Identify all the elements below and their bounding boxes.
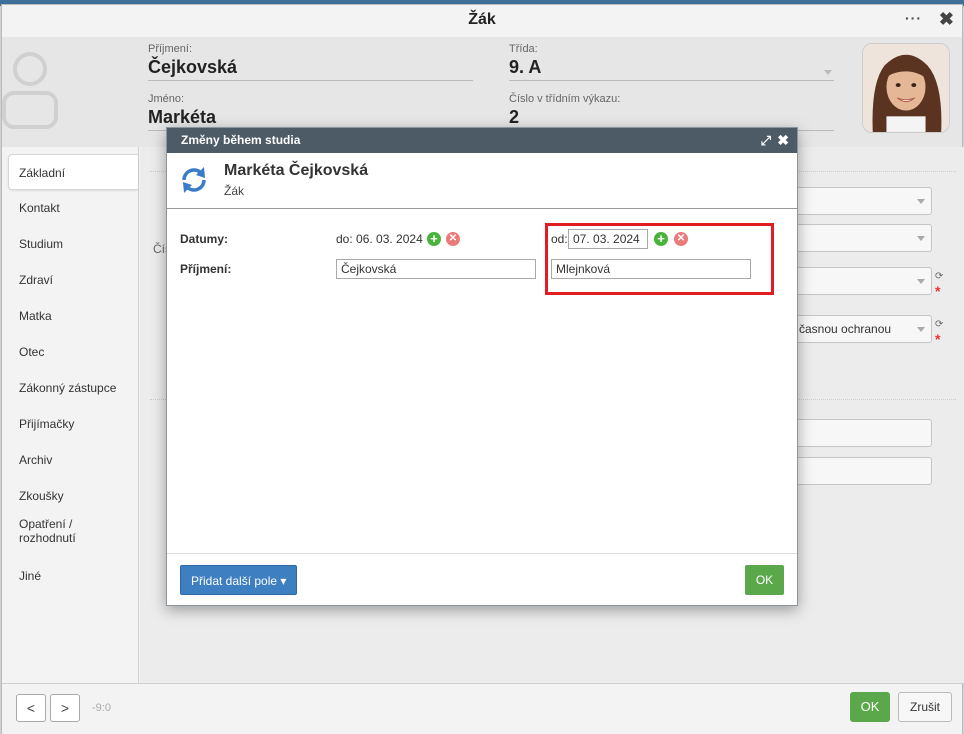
add-date-icon[interactable]: + <box>427 232 441 246</box>
dates-label: Datumy: <box>180 232 229 246</box>
chevron-down-icon <box>824 70 832 75</box>
dialog-ok-button[interactable]: OK <box>745 565 784 595</box>
sidebar-item-matka[interactable]: Matka <box>2 298 138 334</box>
required-icon: * <box>935 283 941 299</box>
student-photo <box>862 43 950 133</box>
close-icon[interactable]: ✖ <box>939 9 954 30</box>
select-field-1[interactable] <box>790 187 932 215</box>
class-field[interactable]: Třída: 9. A <box>509 43 834 81</box>
sidebar-item-zkousky[interactable]: Zkoušky <box>2 478 138 514</box>
changes-dialog: Změny během studia ⤢ ✖ Markéta Čejkovská… <box>166 127 798 606</box>
window-footer: < > -9:0 OK Zrušit <box>2 683 962 734</box>
select-field-2[interactable] <box>790 224 932 252</box>
sidebar-item-zakonny-zastupce[interactable]: Zákonný zástupce <box>2 370 138 406</box>
add-field-button[interactable]: Přidat další pole ▾ <box>180 565 298 595</box>
text-field-1[interactable] <box>790 419 932 447</box>
dialog-titlebar: Změny během studia ⤢ ✖ <box>167 128 797 153</box>
surname-old-input[interactable] <box>336 259 536 279</box>
ok-button[interactable]: OK <box>850 692 890 722</box>
dialog-person-header: Markéta Čejkovská Žák <box>167 153 797 209</box>
class-number-label: Číslo v třídním výkazu: <box>509 93 621 105</box>
sidebar-item-opatreni[interactable]: Opatření / rozhodnutí <box>2 514 112 558</box>
refresh-icon[interactable]: ⟳ <box>935 271 943 282</box>
firstname-field: Jméno: Markéta <box>148 93 473 131</box>
surname-field: Příjmení: Čejkovská <box>148 43 473 81</box>
sidebar-item-kontakt[interactable]: Kontakt <box>2 190 138 226</box>
surname-value: Čejkovská <box>148 55 473 81</box>
expand-icon[interactable]: ⤢ <box>761 128 771 153</box>
select-field-4-value: časnou ochranou <box>799 322 892 336</box>
sidebar-item-zakladni[interactable]: Základní <box>8 154 138 190</box>
class-label: Třída: <box>509 43 538 55</box>
sidebar-item-archiv[interactable]: Archiv <box>2 442 138 478</box>
highlight-box <box>545 223 774 295</box>
person-name: Markéta Čejkovská <box>224 162 369 179</box>
window-title: Žák <box>468 11 496 28</box>
dialog-title: Změny během studia <box>181 133 301 147</box>
date-to-text: do: 06. 03. 2024 <box>336 232 423 246</box>
refresh-cycle-icon <box>182 167 206 193</box>
sidebar-item-jine[interactable]: Jiné <box>2 558 138 594</box>
sidebar-item-studium[interactable]: Studium <box>2 226 138 262</box>
surname-label: Příjmení: <box>180 262 232 276</box>
more-options-icon[interactable]: ··· <box>905 10 922 26</box>
person-role: Žák <box>224 184 245 198</box>
user-placeholder-icon <box>2 52 58 129</box>
surname-label: Příjmení: <box>148 43 193 55</box>
dialog-footer: Přidat další pole ▾ OK <box>167 553 797 605</box>
close-icon[interactable]: ✖ <box>777 128 789 153</box>
select-field-3[interactable] <box>790 267 932 295</box>
cancel-button[interactable]: Zrušit <box>898 692 952 722</box>
remove-date-icon[interactable]: ✕ <box>446 232 460 246</box>
firstname-label: Jméno: <box>148 93 185 105</box>
next-button[interactable]: > <box>50 694 80 722</box>
class-number-field: Číslo v třídním výkazu: 2 <box>509 93 834 131</box>
record-counter: -9:0 <box>92 702 111 714</box>
sidebar-item-otec[interactable]: Otec <box>2 334 138 370</box>
class-value: 9. A <box>509 55 834 81</box>
sidebar-item-prijimacky[interactable]: Přijímačky <box>2 406 138 442</box>
text-field-2[interactable] <box>790 457 932 485</box>
select-field-4[interactable]: časnou ochranou <box>790 315 932 343</box>
prev-button[interactable]: < <box>16 694 46 722</box>
sidebar-item-zdravi[interactable]: Zdraví <box>2 262 138 298</box>
refresh-icon[interactable]: ⟳ <box>935 319 943 330</box>
required-icon: * <box>935 331 941 347</box>
sidebar: Základní Kontakt Studium Zdraví Matka Ot… <box>2 147 139 683</box>
